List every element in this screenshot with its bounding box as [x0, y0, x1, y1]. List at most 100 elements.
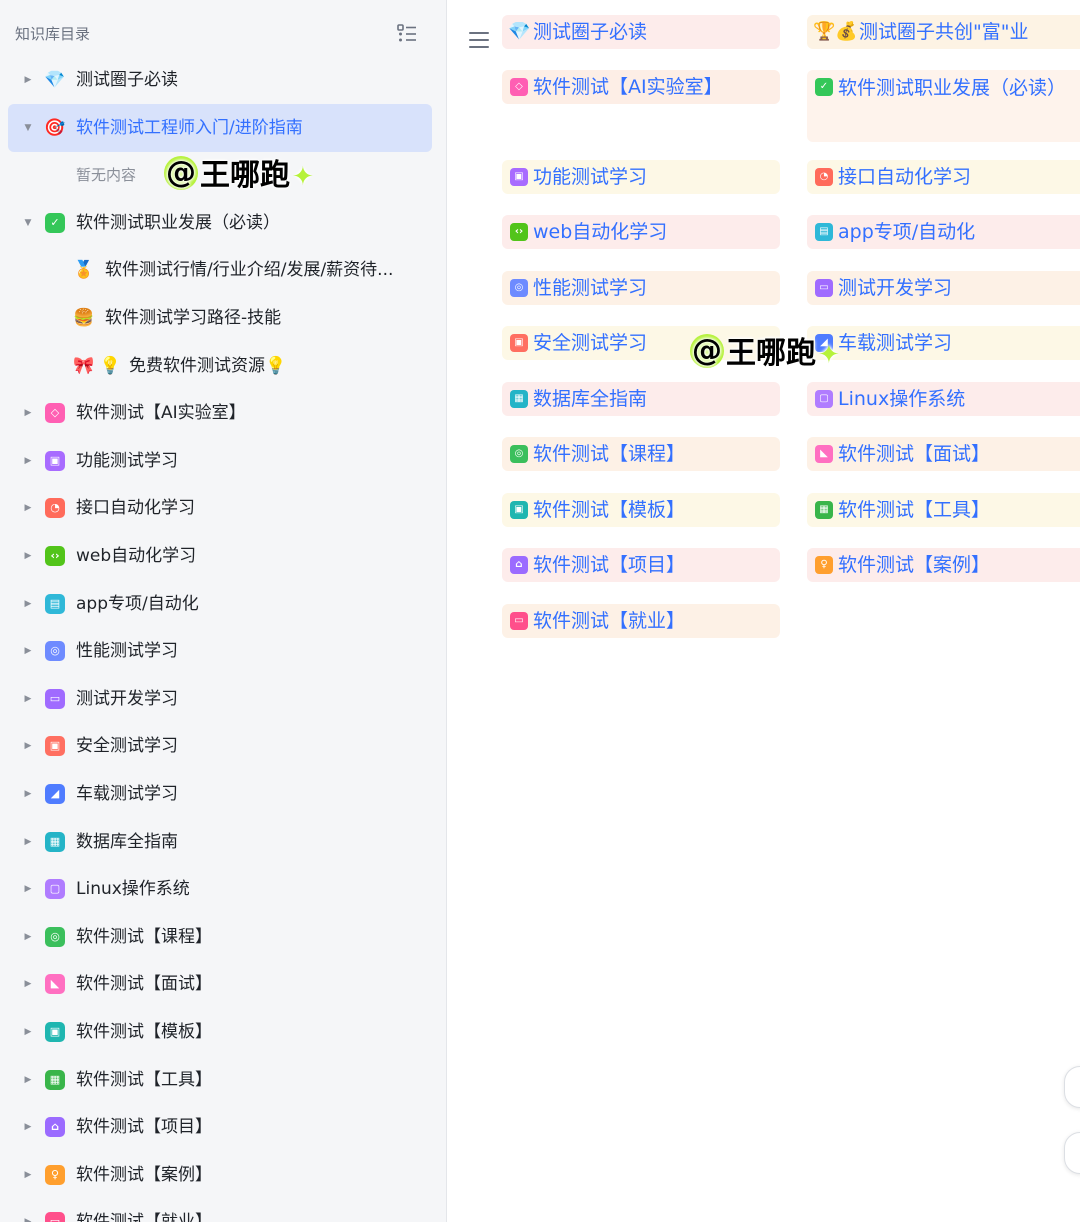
- sidebar-item-label: 软件测试【就业】: [76, 1212, 212, 1222]
- catalog-card[interactable]: ◎ 软件测试【课程】: [502, 437, 780, 471]
- security-icon: ▣: [510, 334, 528, 352]
- check-icon: ✓: [45, 213, 65, 233]
- caret-right-icon[interactable]: ▶: [20, 1119, 36, 1135]
- caret-right-icon[interactable]: ▶: [20, 1072, 36, 1088]
- catalog-card[interactable]: ◎ 性能测试学习: [502, 271, 780, 305]
- sidebar-item-label: 免费软件测试资源💡: [129, 356, 287, 376]
- sidebar-item[interactable]: ▼ 🎯 软件测试工程师入门/进阶指南: [0, 104, 446, 152]
- scroll-up-button[interactable]: [1064, 1066, 1080, 1108]
- employment-icon: ▭: [45, 1212, 65, 1222]
- watermark-at: @: [164, 155, 198, 190]
- sidebar-item[interactable]: ▶ ▭ 测试开发学习: [0, 677, 446, 721]
- caret-right-icon[interactable]: ▶: [20, 1167, 36, 1183]
- sidebar-item[interactable]: ▶ ◎ 性能测试学习: [0, 629, 446, 673]
- sidebar-item[interactable]: ▶ ▦ 软件测试【工具】: [0, 1058, 446, 1102]
- sidebar-item[interactable]: ▶ ▣ 安全测试学习: [0, 724, 446, 768]
- caret-right-icon[interactable]: ▶: [20, 738, 36, 754]
- template-icon: ▣: [45, 1022, 65, 1042]
- main-content: 💎测试圈子必读 🏆💰测试圈子共创"富"业💰 ◇ 软件测试【AI实验室】 ✓ 软件测试职业发…: [447, 0, 1080, 1222]
- sidebar-item[interactable]: 🍔 软件测试学习路径-技能: [0, 296, 446, 340]
- sidebar-item[interactable]: ▶ ◔ 接口自动化学习: [0, 486, 446, 530]
- ai-icon: ◇: [510, 78, 528, 96]
- watermark: @ 王哪跑✦: [686, 334, 844, 374]
- caret-right-icon[interactable]: ▶: [20, 548, 36, 564]
- caret-right-icon[interactable]: ▶: [20, 834, 36, 850]
- catalog-card-label: web自动化学习: [533, 221, 668, 243]
- sidebar-item[interactable]: ▼ ✓ 软件测试职业发展（必读）: [0, 201, 446, 245]
- caret-right-icon[interactable]: ▶: [20, 1214, 36, 1222]
- sidebar-item-label: 车载测试学习: [76, 784, 178, 804]
- caret-right-icon[interactable]: ▶: [20, 405, 36, 421]
- template-icon: ▣: [510, 501, 528, 519]
- watermark-text: 王哪跑: [200, 158, 290, 193]
- caret-right-icon[interactable]: ▶: [20, 881, 36, 897]
- sidebar-item[interactable]: ▶ ♀ 软件测试【案例】: [0, 1153, 446, 1197]
- sidebar-item[interactable]: ▶ ‹› web自动化学习: [0, 534, 446, 578]
- catalog-card[interactable]: ▭ 测试开发学习: [807, 271, 1080, 305]
- sidebar-item[interactable]: ▶ ◇ 软件测试【AI实验室】: [0, 391, 446, 435]
- sidebar-item[interactable]: ▶ ◢ 车载测试学习: [0, 772, 446, 816]
- caret-right-icon[interactable]: ▶: [20, 691, 36, 707]
- catalog-card[interactable]: ▢ Linux操作系统: [807, 382, 1080, 416]
- catalog-card[interactable]: ▦ 数据库全指南: [502, 382, 780, 416]
- catalog-card[interactable]: ▣ 软件测试【模板】: [502, 493, 780, 527]
- catalog-card[interactable]: ▣ 功能测试学习: [502, 160, 780, 194]
- caret-right-icon[interactable]: ▶: [20, 500, 36, 516]
- catalog-card[interactable]: ✓ 软件测试职业发展（必读）: [807, 70, 1080, 142]
- caret-right-icon[interactable]: ▶: [20, 72, 36, 88]
- catalog-card-label: 软件测试【案例】: [838, 554, 991, 576]
- catalog-card[interactable]: ◣ 软件测试【面试】: [807, 437, 1080, 471]
- sidebar-item[interactable]: ▶ ▣ 软件测试【模板】: [0, 1010, 446, 1054]
- catalog-card[interactable]: ‹› web自动化学习: [502, 215, 780, 249]
- caret-right-icon[interactable]: ▶: [20, 976, 36, 992]
- caret-right-icon[interactable]: ▶: [20, 929, 36, 945]
- project-icon: ⌂: [45, 1117, 65, 1137]
- sidebar-item[interactable]: ▶ 💎 测试圈子必读: [0, 58, 446, 102]
- sidebar-item-label: 软件测试【工具】: [76, 1070, 212, 1090]
- catalog-card-label: 软件测试职业发展（必读）: [838, 77, 1067, 99]
- tool-icon: ▦: [815, 501, 833, 519]
- car-icon: ◢: [45, 784, 65, 804]
- catalog-card[interactable]: ▭ 软件测试【就业】: [502, 604, 780, 638]
- caret-right-icon[interactable]: ▶: [20, 1024, 36, 1040]
- sidebar-title: 知识库目录: [15, 25, 91, 43]
- case-icon: ♀: [815, 556, 833, 574]
- catalog-card-label: app专项/自动化: [838, 221, 976, 243]
- caret-right-icon[interactable]: ▶: [20, 596, 36, 612]
- catalog-card[interactable]: ▤ app专项/自动化: [807, 215, 1080, 249]
- sidebar-item[interactable]: ▶ ▦ 数据库全指南: [0, 820, 446, 864]
- security-icon: ▣: [45, 736, 65, 756]
- caret-right-icon[interactable]: ▶: [20, 643, 36, 659]
- caret-down-icon[interactable]: ▼: [20, 120, 36, 136]
- caret-right-icon[interactable]: ▶: [20, 453, 36, 469]
- catalog-card[interactable]: 💎 测试圈子必读: [502, 15, 780, 49]
- sidebar-item[interactable]: ▶ ▭ 软件测试【就业】: [0, 1200, 446, 1222]
- sidebar-item-label: 软件测试工程师入门/进阶指南: [76, 118, 303, 138]
- catalog-card[interactable]: ◔ 接口自动化学习: [807, 160, 1080, 194]
- sidebar-item-label: 数据库全指南: [76, 832, 178, 852]
- catalog-card[interactable]: ▦ 软件测试【工具】: [807, 493, 1080, 527]
- catalog-card[interactable]: ♀ 软件测试【案例】: [807, 548, 1080, 582]
- catalog-card[interactable]: ◢ 车载测试学习: [807, 326, 1080, 360]
- sidebar-item[interactable]: ▶ ⌂ 软件测试【项目】: [0, 1105, 446, 1149]
- course-icon: ◎: [510, 445, 528, 463]
- sidebar-item[interactable]: 🎀 💡 免费软件测试资源💡: [0, 344, 446, 388]
- menu-icon[interactable]: [469, 30, 491, 50]
- sidebar-item[interactable]: ▶ ◣ 软件测试【面试】: [0, 962, 446, 1006]
- outline-list-icon[interactable]: [396, 22, 418, 44]
- catalog-card[interactable]: ⌂ 软件测试【项目】: [502, 548, 780, 582]
- caret-right-icon[interactable]: ▶: [20, 786, 36, 802]
- api-icon: ◔: [815, 168, 833, 186]
- scroll-down-button[interactable]: [1064, 1132, 1080, 1174]
- sidebar-item[interactable]: ▶ ▢ Linux操作系统: [0, 867, 446, 911]
- tool-icon: ▦: [45, 1070, 65, 1090]
- catalog-card-label: 软件测试【项目】: [533, 554, 686, 576]
- sidebar-item[interactable]: ▶ ▤ app专项/自动化: [0, 582, 446, 626]
- sidebar-item[interactable]: ▶ ▣ 功能测试学习: [0, 439, 446, 483]
- catalog-card[interactable]: ◇ 软件测试【AI实验室】: [502, 70, 780, 104]
- sidebar-item[interactable]: ▶ ◎ 软件测试【课程】: [0, 915, 446, 959]
- catalog-card[interactable]: 🏆💰测试圈子共创"富"业💰: [807, 15, 1080, 49]
- caret-down-icon[interactable]: ▼: [20, 215, 36, 231]
- sidebar-item[interactable]: 🏅 软件测试行情/行业介绍/发展/薪资待...: [0, 248, 446, 292]
- sidebar-item-label: 软件测试【课程】: [76, 927, 212, 947]
